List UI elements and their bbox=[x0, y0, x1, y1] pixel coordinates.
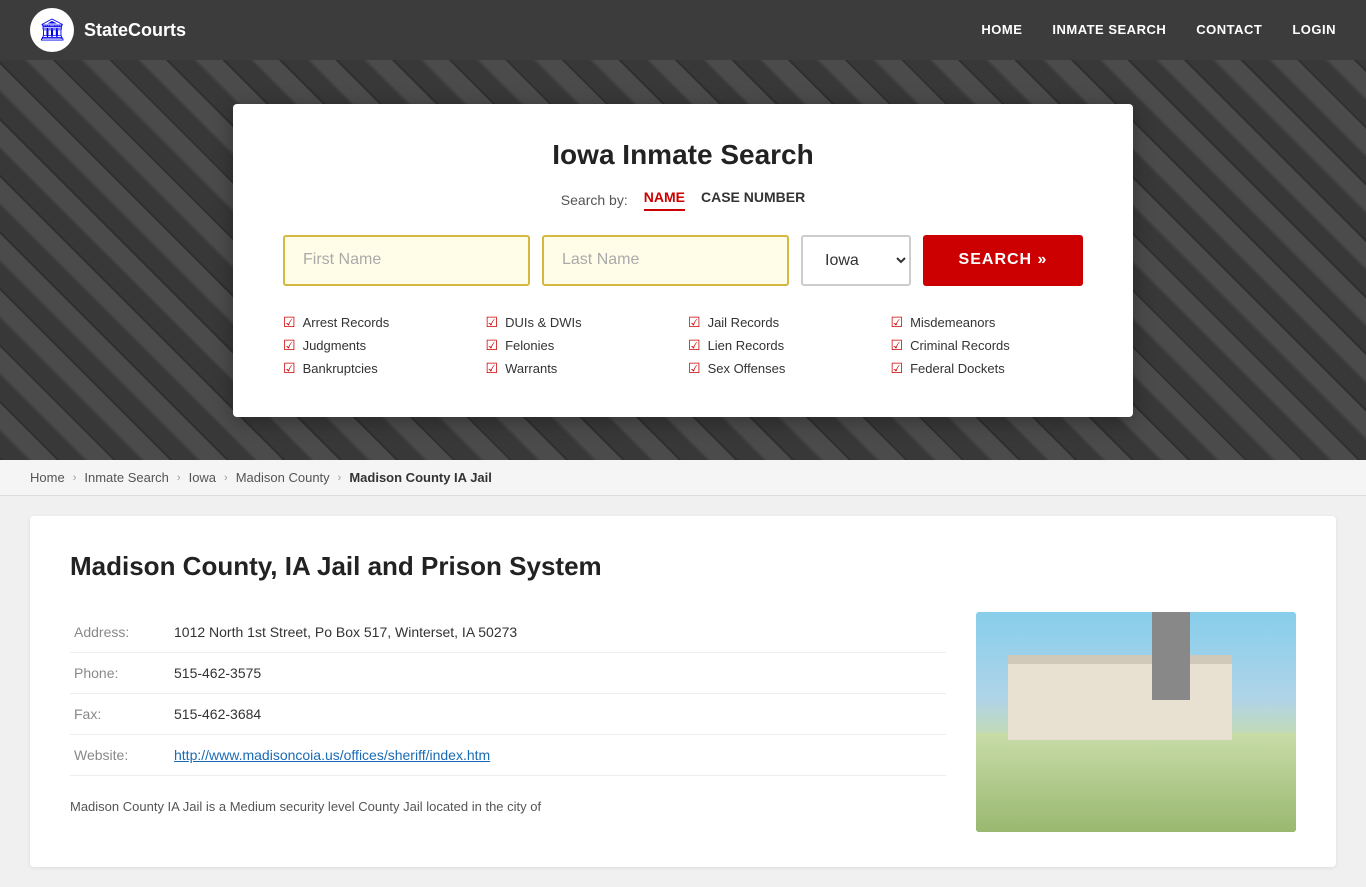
check-icon-arrest: ☑ bbox=[283, 314, 296, 331]
search-by-label: Search by: bbox=[561, 192, 628, 208]
check-arrest-records: ☑ Arrest Records bbox=[283, 314, 476, 331]
check-label-federal: Federal Dockets bbox=[910, 361, 1005, 376]
breadcrumb-madison-county[interactable]: Madison County bbox=[236, 470, 330, 485]
fax-label: Fax: bbox=[70, 694, 170, 735]
table-row-phone: Phone: 515-462-3575 bbox=[70, 653, 946, 694]
search-button[interactable]: SEARCH » bbox=[923, 235, 1083, 286]
check-label-sex-offenses: Sex Offenses bbox=[708, 361, 786, 376]
check-lien-records: ☑ Lien Records bbox=[688, 337, 881, 354]
check-label-arrest: Arrest Records bbox=[303, 315, 390, 330]
jail-image bbox=[976, 612, 1296, 832]
breadcrumb-sep-4: › bbox=[338, 472, 342, 484]
check-label-judgments: Judgments bbox=[303, 338, 367, 353]
breadcrumb-current: Madison County IA Jail bbox=[349, 470, 492, 485]
state-select[interactable]: Iowa bbox=[801, 235, 911, 286]
check-label-criminal: Criminal Records bbox=[910, 338, 1010, 353]
main-content: Madison County, IA Jail and Prison Syste… bbox=[30, 516, 1336, 867]
nav-login[interactable]: LOGIN bbox=[1292, 22, 1336, 37]
content-left: Address: 1012 North 1st Street, Po Box 5… bbox=[70, 612, 946, 818]
nav-home[interactable]: HOME bbox=[981, 22, 1022, 37]
check-bankruptcies: ☑ Bankruptcies bbox=[283, 360, 476, 377]
check-label-felonies: Felonies bbox=[505, 338, 554, 353]
building-roof bbox=[1008, 655, 1232, 664]
breadcrumb: Home › Inmate Search › Iowa › Madison Co… bbox=[0, 460, 1366, 496]
table-row-address: Address: 1012 North 1st Street, Po Box 5… bbox=[70, 612, 946, 653]
check-criminal-records: ☑ Criminal Records bbox=[891, 337, 1084, 354]
check-label-duis: DUIs & DWIs bbox=[505, 315, 582, 330]
table-row-fax: Fax: 515-462-3684 bbox=[70, 694, 946, 735]
fax-value: 515-462-3684 bbox=[170, 694, 946, 735]
content-right bbox=[976, 612, 1296, 832]
first-name-input[interactable] bbox=[283, 235, 530, 286]
check-icon-jail: ☑ bbox=[688, 314, 701, 331]
hero-section: Iowa Inmate Search Search by: NAME CASE … bbox=[0, 60, 1366, 460]
check-icon-warrants: ☑ bbox=[486, 360, 499, 377]
table-row-website: Website: http://www.madisoncoia.us/offic… bbox=[70, 735, 946, 776]
check-felonies: ☑ Felonies bbox=[486, 337, 679, 354]
address-label: Address: bbox=[70, 612, 170, 653]
check-icon-judgments: ☑ bbox=[283, 337, 296, 354]
breadcrumb-home[interactable]: Home bbox=[30, 470, 65, 485]
check-icon-felonies: ☑ bbox=[486, 337, 499, 354]
website-value: http://www.madisoncoia.us/offices/sherif… bbox=[170, 735, 946, 776]
last-name-input[interactable] bbox=[542, 235, 789, 286]
nav-contact[interactable]: CONTACT bbox=[1196, 22, 1262, 37]
search-card-title: Iowa Inmate Search bbox=[283, 139, 1083, 171]
breadcrumb-inmate-search[interactable]: Inmate Search bbox=[84, 470, 169, 485]
search-by-row: Search by: NAME CASE NUMBER bbox=[283, 189, 1083, 211]
breadcrumb-sep-3: › bbox=[224, 472, 228, 484]
breadcrumb-sep-2: › bbox=[177, 472, 181, 484]
check-label-jail: Jail Records bbox=[708, 315, 780, 330]
tab-name[interactable]: NAME bbox=[644, 189, 685, 211]
search-card: Iowa Inmate Search Search by: NAME CASE … bbox=[233, 104, 1133, 417]
check-icon-duis: ☑ bbox=[486, 314, 499, 331]
check-label-warrants: Warrants bbox=[505, 361, 557, 376]
nav-inmate-search[interactable]: INMATE SEARCH bbox=[1052, 22, 1166, 37]
check-icon-lien: ☑ bbox=[688, 337, 701, 354]
breadcrumb-sep-1: › bbox=[73, 472, 77, 484]
navbar: 🏛 StateCourts HOME INMATE SEARCH CONTACT… bbox=[0, 0, 1366, 60]
check-icon-bankruptcies: ☑ bbox=[283, 360, 296, 377]
check-icon-misdemeanors: ☑ bbox=[891, 314, 904, 331]
check-judgments: ☑ Judgments bbox=[283, 337, 476, 354]
check-warrants: ☑ Warrants bbox=[486, 360, 679, 377]
nav-links: HOME INMATE SEARCH CONTACT LOGIN bbox=[981, 21, 1336, 39]
website-link[interactable]: http://www.madisoncoia.us/offices/sherif… bbox=[174, 747, 490, 763]
check-jail-records: ☑ Jail Records bbox=[688, 314, 881, 331]
check-sex-offenses: ☑ Sex Offenses bbox=[688, 360, 881, 377]
phone-label: Phone: bbox=[70, 653, 170, 694]
website-label: Website: bbox=[70, 735, 170, 776]
check-misdemeanors: ☑ Misdemeanors bbox=[891, 314, 1084, 331]
check-icon-sex-offenses: ☑ bbox=[688, 360, 701, 377]
jail-title: Madison County, IA Jail and Prison Syste… bbox=[70, 551, 1296, 582]
check-label-misdemeanors: Misdemeanors bbox=[910, 315, 995, 330]
phone-value: 515-462-3575 bbox=[170, 653, 946, 694]
brand-icon-glyph: 🏛 bbox=[38, 17, 66, 43]
tower-shape bbox=[1152, 612, 1190, 700]
info-table: Address: 1012 North 1st Street, Po Box 5… bbox=[70, 612, 946, 776]
building-shape bbox=[1008, 663, 1232, 740]
check-icon-federal: ☑ bbox=[891, 360, 904, 377]
check-federal-dockets: ☑ Federal Dockets bbox=[891, 360, 1084, 377]
breadcrumb-iowa[interactable]: Iowa bbox=[189, 470, 216, 485]
check-duis: ☑ DUIs & DWIs bbox=[486, 314, 679, 331]
jail-description: Madison County IA Jail is a Medium secur… bbox=[70, 796, 946, 818]
search-inputs-row: Iowa SEARCH » bbox=[283, 235, 1083, 286]
check-label-bankruptcies: Bankruptcies bbox=[303, 361, 378, 376]
brand-icon: 🏛 bbox=[30, 8, 74, 52]
content-row: Address: 1012 North 1st Street, Po Box 5… bbox=[70, 612, 1296, 832]
checks-grid: ☑ Arrest Records ☑ DUIs & DWIs ☑ Jail Re… bbox=[283, 314, 1083, 377]
tab-case-number[interactable]: CASE NUMBER bbox=[701, 189, 805, 211]
address-value: 1012 North 1st Street, Po Box 517, Winte… bbox=[170, 612, 946, 653]
brand-logo[interactable]: 🏛 StateCourts bbox=[30, 8, 186, 52]
brand-name: StateCourts bbox=[84, 20, 186, 41]
check-label-lien: Lien Records bbox=[708, 338, 785, 353]
check-icon-criminal: ☑ bbox=[891, 337, 904, 354]
